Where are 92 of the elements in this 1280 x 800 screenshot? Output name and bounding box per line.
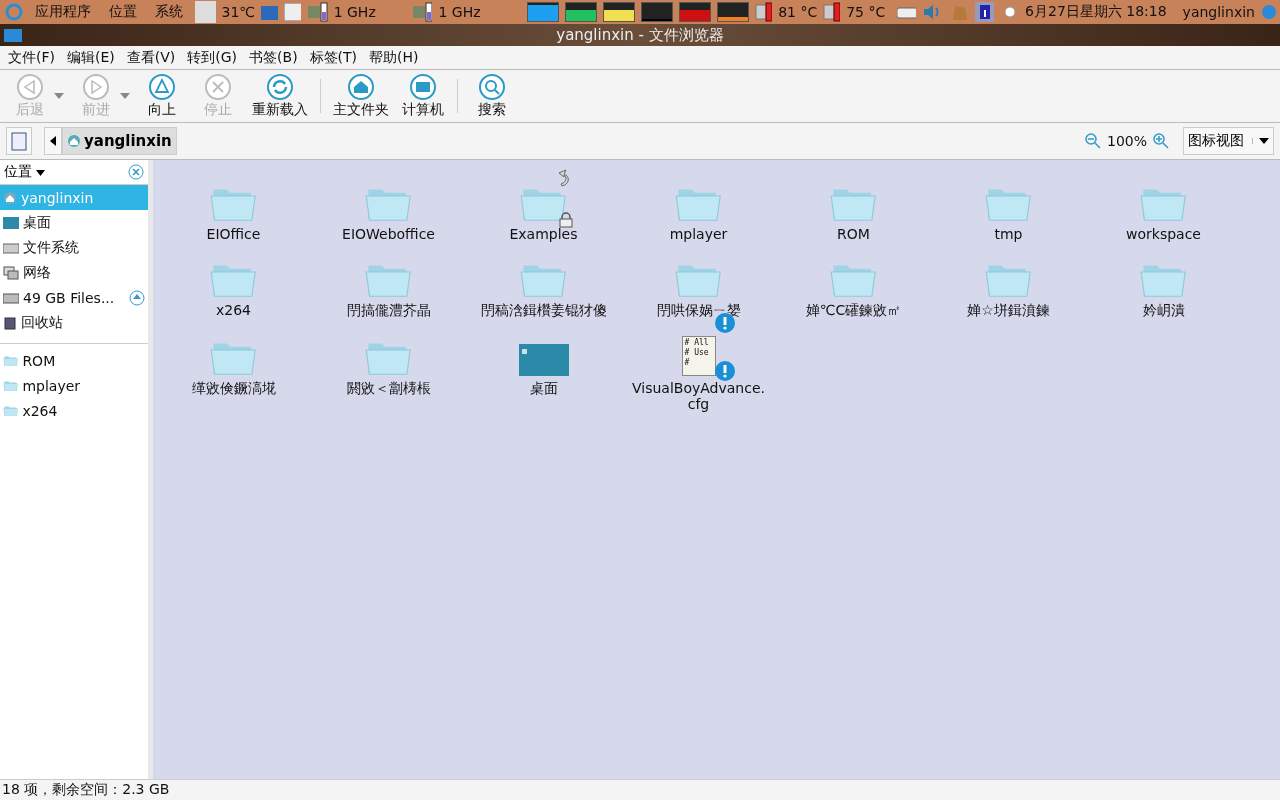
speaker-icon — [922, 2, 941, 22]
file-name[interactable]: EIOffice — [206, 226, 261, 242]
menu-item[interactable]: 查看(V) — [120, 48, 182, 67]
system-monitor-graph — [717, 2, 750, 22]
toolbar-button[interactable]: 计算机 — [395, 71, 451, 121]
file-preview-text: # All — [684, 338, 710, 348]
reload-icon — [266, 73, 294, 101]
search-icon — [478, 73, 506, 101]
panel-menu[interactable]: 应用程序 — [28, 3, 97, 21]
desktop-icon — [3, 216, 19, 229]
drive-icon — [897, 5, 916, 19]
clock[interactable]: 6月27日星期六 18:18 — [1025, 3, 1167, 21]
monitor-icon — [409, 73, 437, 101]
file-name[interactable]: x264 — [216, 302, 251, 318]
file-name[interactable]: Examples — [509, 226, 578, 242]
file-name[interactable]: workspace — [1126, 226, 1201, 242]
bookmark-item[interactable]: ROM — [0, 348, 148, 373]
system-monitor-graph — [640, 2, 673, 22]
sidebar-type-select[interactable]: 位置 — [4, 163, 46, 181]
file-name[interactable]: 妗岄潰 — [1142, 302, 1185, 320]
logo-icon — [4, 2, 23, 22]
path-scroll-button[interactable] — [44, 127, 62, 155]
file-name[interactable]: ROM — [837, 226, 870, 242]
sensor-icon — [755, 2, 773, 22]
toolbar-button[interactable]: 向上 — [134, 71, 190, 121]
desktop-icon — [518, 344, 569, 376]
file-name[interactable]: 桌面 — [529, 380, 558, 398]
sidebar-item[interactable]: 回收站 — [0, 310, 148, 335]
bookmark-item[interactable]: x264 — [0, 398, 148, 423]
sidebar-item[interactable]: 49 GB Files... — [0, 285, 148, 310]
caret-left-icon — [50, 136, 56, 146]
file-name[interactable]: VisualBoyAdvance.cfg — [628, 380, 769, 412]
cpu-icon — [306, 2, 328, 22]
system-monitor-graph — [602, 2, 635, 22]
notepad-icon — [10, 131, 28, 151]
toolbar-button[interactable]: 主文件夹 — [327, 71, 395, 121]
file-name[interactable]: mplayer — [669, 226, 728, 242]
sensor-temperature: 81 °C — [778, 4, 818, 20]
system-monitor-graph — [564, 2, 597, 22]
network-icon — [3, 265, 19, 280]
file-name[interactable]: EIOWeboffice — [342, 226, 435, 242]
eject-icon[interactable] — [129, 289, 145, 306]
zoom-in-icon[interactable] — [1153, 133, 1169, 149]
home-icon — [347, 73, 375, 101]
temperature-reading: 31℃ — [221, 4, 256, 20]
sidebar-item[interactable]: 网络 — [0, 260, 148, 285]
edit-location-button[interactable] — [6, 127, 32, 155]
file-name[interactable]: 閼敓＜劏梼棖 — [346, 380, 431, 398]
panel-menu[interactable]: 系统 — [148, 3, 189, 21]
caret-icon — [1252, 138, 1269, 144]
info-icon — [975, 2, 995, 22]
file-name[interactable]: 缂敓倹鐝滈埖 — [191, 380, 276, 398]
close-icon[interactable] — [128, 164, 144, 180]
file-name[interactable]: 閅搞儱澧芥晶 — [346, 302, 431, 320]
menu-item[interactable]: 转到(G) — [181, 48, 244, 67]
sidebar-item[interactable]: 桌面 — [0, 210, 148, 235]
file-name[interactable]: 婵☆垪鍓濆鍊 — [967, 302, 1050, 320]
system-monitor-graph — [679, 2, 712, 22]
cpu-icon — [411, 2, 433, 22]
home-icon — [3, 190, 17, 205]
sensor-icon — [823, 2, 841, 22]
file-name[interactable]: tmp — [994, 226, 1023, 242]
zoom-out-icon[interactable] — [1084, 133, 1101, 149]
menu-item[interactable]: 书签(B) — [243, 48, 304, 67]
view-mode-select[interactable]: 图标视图 — [1183, 127, 1274, 155]
file-preview-text: # Use — [684, 348, 710, 358]
menu-item[interactable]: 帮助(H) — [363, 48, 425, 67]
menu-item[interactable]: 标签(T) — [303, 48, 364, 67]
cpu-frequency: 1 GHz — [438, 4, 481, 20]
window-title: yanglinxin - 文件浏览器 — [555, 25, 725, 45]
file-name[interactable]: 閅稿浛鍓欑姜锟犲傻 — [480, 302, 607, 320]
panel-menu[interactable]: 位置 — [102, 3, 143, 21]
toolbar-button[interactable]: 搜索 — [464, 71, 520, 121]
status-text: 18 项，剩余空间：2.3 GB — [0, 779, 1280, 800]
path-button[interactable]: yanglinxin — [62, 127, 177, 155]
toolbar-button[interactable]: 重新载入 — [246, 71, 314, 121]
menu-item[interactable]: 文件(F) — [2, 48, 61, 67]
zoom-level: 100% — [1106, 133, 1147, 149]
caret-icon — [36, 170, 46, 176]
system-monitor-graph — [526, 2, 559, 22]
file-name[interactable]: 婵℃C礭鍊敓㎡ — [805, 302, 902, 320]
drive-icon — [3, 241, 19, 254]
user-name[interactable]: yanglinxin — [1182, 4, 1255, 20]
stop-icon — [204, 73, 232, 101]
bookmark-item[interactable]: mplayer — [0, 373, 148, 398]
sidebar-item[interactable]: 文件系统 — [0, 235, 148, 260]
menu-item[interactable]: 编辑(E) — [61, 48, 121, 67]
file-preview-text: # — [684, 358, 691, 368]
drive-icon — [3, 291, 19, 304]
sensor-temperature: 75 °C — [846, 4, 886, 20]
cpu-frequency: 1 GHz — [333, 4, 376, 20]
home-icon — [67, 134, 81, 148]
